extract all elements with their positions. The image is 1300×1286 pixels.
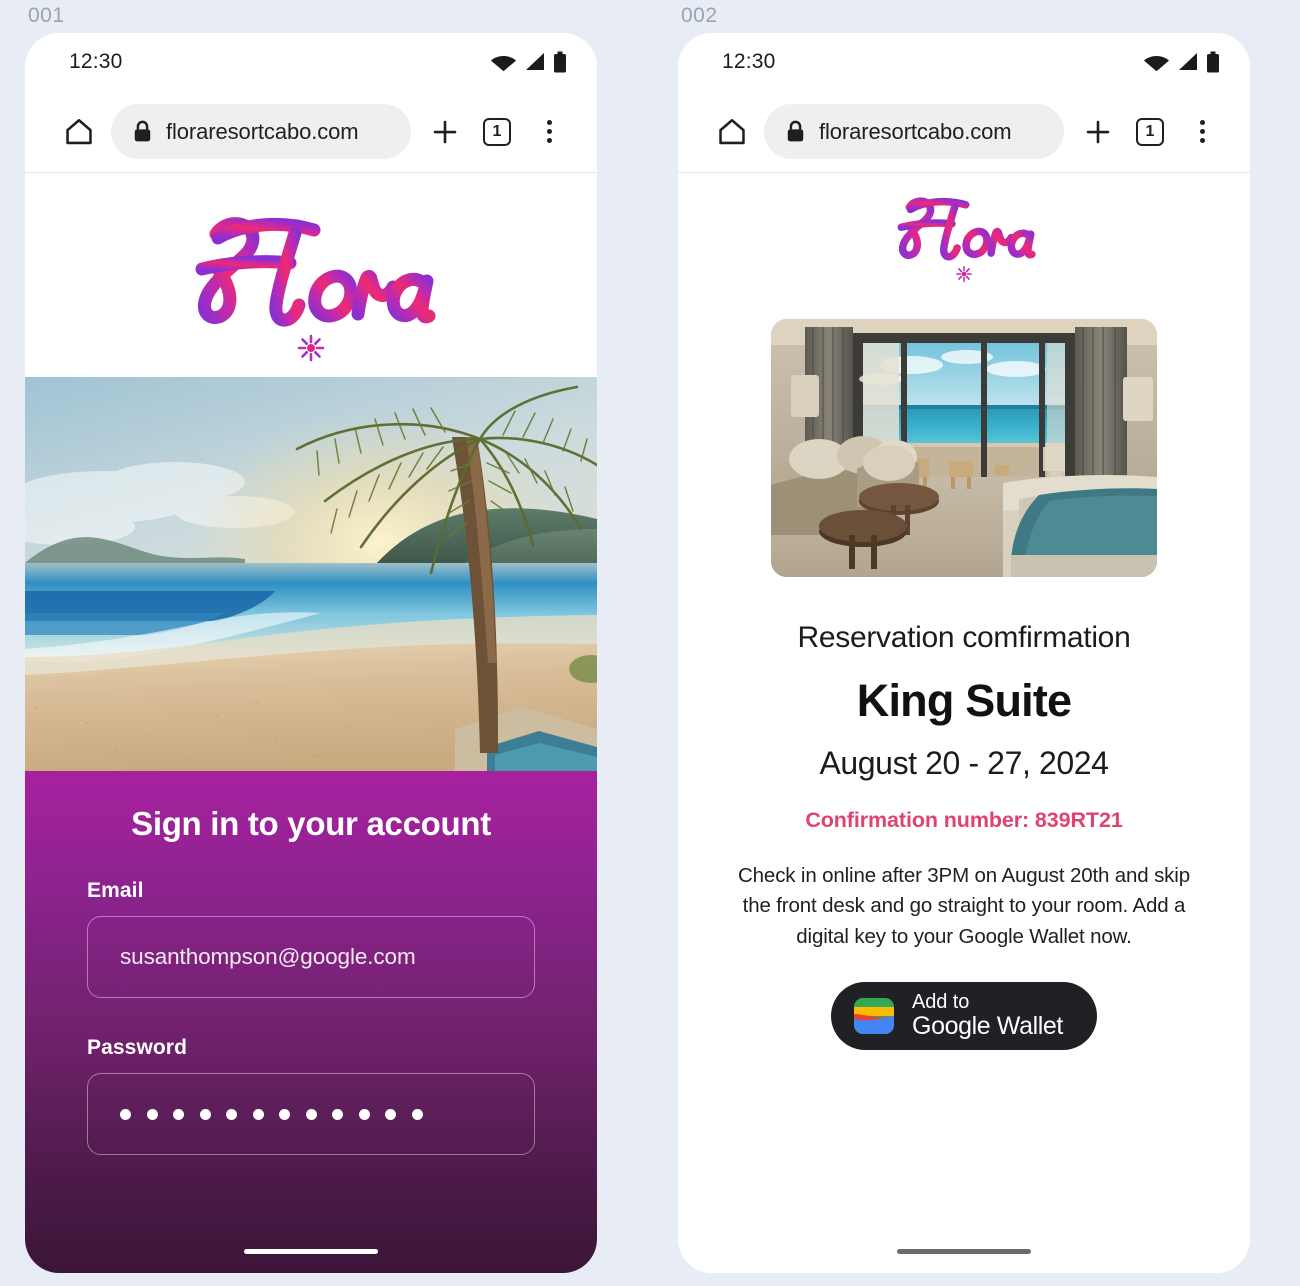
- wifi-icon: [491, 56, 516, 72]
- address-bar-url: floraresortcabo.com: [166, 118, 359, 144]
- plus-icon: [1086, 120, 1110, 143]
- page-confirmation: Reservation comfirmation King Suite Augu…: [678, 173, 1250, 1273]
- status-bar: 12:30: [25, 33, 597, 91]
- email-field-group: Email susanthompson@google.com: [87, 879, 535, 998]
- overflow-menu-icon: [546, 120, 552, 143]
- address-bar[interactable]: floraresortcabo.com: [111, 104, 411, 159]
- wallet-label-line2: Google Wallet: [912, 1012, 1063, 1041]
- password-label: Password: [87, 1036, 188, 1059]
- browser-menu-button[interactable]: [523, 106, 575, 158]
- flower-burst-icon: [297, 334, 325, 362]
- battery-icon: [1207, 51, 1219, 73]
- room-name: King Suite: [856, 675, 1072, 726]
- frame-label-002: 002: [681, 4, 718, 27]
- home-icon: [719, 118, 745, 144]
- signal-icon: [1179, 53, 1197, 70]
- battery-icon: [554, 51, 566, 73]
- home-button[interactable]: [704, 116, 760, 148]
- signal-icon: [526, 53, 544, 70]
- email-input-value: susanthompson@google.com: [120, 944, 416, 969]
- stay-dates: August 20 - 27, 2024: [819, 745, 1109, 781]
- lock-icon: [134, 120, 151, 142]
- tab-count-badge: 1: [483, 117, 511, 146]
- email-label: Email: [87, 879, 144, 902]
- add-to-google-wallet-button[interactable]: Add to Google Wallet: [831, 981, 1097, 1050]
- confirmation-number: Confirmation number: 839RT21: [805, 808, 1123, 832]
- new-tab-button[interactable]: [419, 106, 471, 158]
- device-board: 001 12:30 floraresortcabo.com 1 Sign in …: [0, 0, 1300, 1273]
- status-bar-icons: [1143, 51, 1220, 73]
- beach-illustration: [25, 377, 597, 771]
- confirmation-subtitle: Reservation comfirmation: [797, 621, 1131, 654]
- room-photo: [771, 319, 1157, 577]
- overflow-menu-icon: [1199, 120, 1205, 143]
- brand-header: [678, 173, 1250, 291]
- browser-menu-button[interactable]: [1176, 106, 1228, 158]
- password-input[interactable]: [87, 1073, 535, 1155]
- status-bar-time: 12:30: [69, 50, 123, 73]
- address-bar-url: floraresortcabo.com: [819, 118, 1012, 144]
- browser-toolbar: floraresortcabo.com 1: [678, 91, 1250, 173]
- password-field-group: Password: [87, 1036, 535, 1155]
- flora-wordmark: [897, 197, 1036, 261]
- frame-002: 002 12:30 floraresortcabo.com 1 Reservat…: [678, 0, 1253, 1273]
- flower-burst-icon: [956, 266, 972, 282]
- new-tab-button[interactable]: [1072, 106, 1124, 158]
- page-signin: Sign in to your account Email susanthomp…: [25, 173, 597, 1273]
- browser-toolbar: floraresortcabo.com 1: [25, 91, 597, 173]
- tab-switcher-button[interactable]: 1: [471, 106, 523, 158]
- frame-001: 001 12:30 floraresortcabo.com 1 Sign in …: [25, 0, 600, 1273]
- password-masked-value: [120, 1108, 423, 1120]
- status-bar-icons: [490, 51, 567, 73]
- signin-heading: Sign in to your account: [131, 805, 491, 842]
- wallet-label-line1: Add to: [912, 990, 970, 1013]
- tab-switcher-button[interactable]: 1: [1124, 106, 1176, 158]
- home-indicator[interactable]: [897, 1249, 1031, 1254]
- home-indicator[interactable]: [244, 1249, 378, 1254]
- home-button[interactable]: [51, 116, 107, 148]
- hero-beach-image: [25, 377, 597, 771]
- plus-icon: [433, 120, 457, 143]
- frame-label-001: 001: [28, 4, 65, 27]
- google-wallet-icon: [854, 997, 895, 1034]
- wifi-icon: [1144, 56, 1169, 72]
- confirmation-content: Reservation comfirmation King Suite Augu…: [678, 291, 1250, 1273]
- flora-wordmark: [195, 217, 436, 327]
- status-bar-time: 12:30: [722, 50, 776, 73]
- email-input[interactable]: susanthompson@google.com: [87, 916, 535, 998]
- brand-header: [25, 173, 597, 377]
- signin-panel: Sign in to your account Email susanthomp…: [25, 771, 597, 1273]
- home-icon: [66, 118, 92, 144]
- address-bar[interactable]: floraresortcabo.com: [764, 104, 1064, 159]
- hotel-suite-illustration: [771, 319, 1157, 577]
- lock-icon: [787, 120, 804, 142]
- tab-count-badge: 1: [1136, 117, 1164, 146]
- phone-confirmation: 12:30 floraresortcabo.com 1 Reservation …: [678, 33, 1250, 1273]
- phone-signin: 12:30 floraresortcabo.com 1 Sign in to y…: [25, 33, 597, 1273]
- status-bar: 12:30: [678, 33, 1250, 91]
- wallet-button-label: Add to Google Wallet: [912, 990, 1063, 1041]
- checkin-instructions: Check in online after 3PM on August 20th…: [738, 864, 1190, 948]
